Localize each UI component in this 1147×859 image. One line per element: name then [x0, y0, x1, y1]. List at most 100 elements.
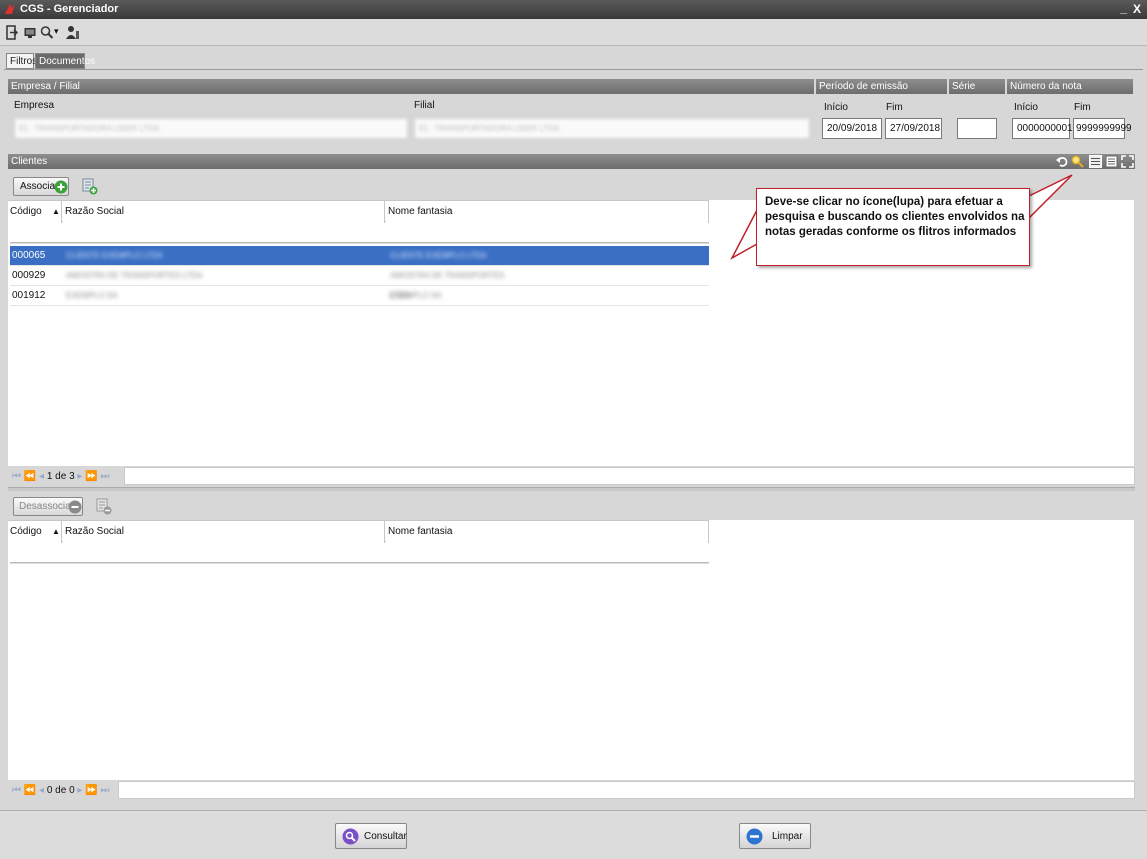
- serie-field[interactable]: [957, 118, 997, 139]
- callout-text: Deve-se clicar no ícone(lupa) para efetu…: [765, 196, 1025, 238]
- main-toolbar: ▾: [0, 19, 1147, 46]
- prev-block-button[interactable]: ⏪: [24, 785, 36, 796]
- serie-header: Série: [949, 79, 1005, 94]
- col-codigo-label: Código: [10, 526, 42, 537]
- first-page-button[interactable]: ⏮: [12, 471, 21, 482]
- periodo-fim-label: Fim: [886, 102, 903, 113]
- sort-asc-icon: ▲: [52, 527, 60, 536]
- prev-page-button[interactable]: ◂: [39, 785, 44, 796]
- prev-page-button[interactable]: ◂: [39, 471, 44, 482]
- col-codigo[interactable]: Código ▲: [8, 521, 62, 543]
- cell-razao-social: AMOSTRA DE TRANSPORTES LTDA: [66, 271, 203, 280]
- associar-label: Associar: [20, 181, 59, 192]
- filial-label: Filial: [414, 100, 435, 111]
- exit-icon[interactable]: [6, 25, 18, 40]
- consultar-button[interactable]: Consultar: [335, 823, 407, 849]
- title-bar: CGS - Gerenciador _ X: [0, 0, 1147, 19]
- clear-icon: [746, 828, 763, 845]
- associar-button[interactable]: Associar: [13, 177, 69, 196]
- next-page-button[interactable]: ▸: [77, 785, 82, 796]
- filter-row-divider: [10, 242, 709, 244]
- clientes-header: Clientes: [8, 154, 1135, 169]
- top-horizontal-scrollbar[interactable]: [124, 467, 1135, 485]
- associados-table: Código ▲ Razão Social Nome fantasia: [8, 520, 1134, 780]
- nota-fim-label: Fim: [1074, 102, 1091, 113]
- page-indicator: 1 de 3: [46, 471, 75, 482]
- table-header: Código ▲ Razão Social Nome fantasia: [8, 200, 709, 223]
- clientes-title: Clientes: [11, 156, 48, 167]
- cell-codigo: 001912: [12, 290, 46, 301]
- tab-divider: [4, 69, 1143, 70]
- app-logo-icon: [5, 4, 15, 14]
- empresa-field[interactable]: 01 - TRANSPORTADORA LIDER LTDA: [14, 118, 408, 139]
- cell-nome-fantasia: CLIENTE EXEMPLO LTDA: [390, 251, 487, 260]
- periodo-header: Período de emissão: [816, 79, 947, 94]
- col-codigo[interactable]: Código ▲: [8, 201, 62, 223]
- nota-inicio-label: Início: [1014, 102, 1038, 113]
- undo-icon[interactable]: [1056, 155, 1068, 168]
- annotation-callout: Deve-se clicar no ícone(lupa) para efetu…: [756, 188, 1030, 266]
- table-header: Código ▲ Razão Social Nome fantasia: [8, 520, 709, 543]
- nota-inicio-field[interactable]: 0000000001: [1012, 118, 1073, 139]
- col-nome-fantasia[interactable]: Nome fantasia: [386, 521, 709, 543]
- next-block-button[interactable]: ⏩: [85, 471, 97, 482]
- col-codigo-label: Código: [10, 206, 42, 217]
- remove-icon: [68, 500, 82, 514]
- periodo-inicio-label: Início: [824, 102, 848, 113]
- cell-razao-social: EXEMPLO SA: [66, 291, 118, 300]
- search-icon[interactable]: [1071, 155, 1084, 168]
- col-razao-social[interactable]: Razão Social: [63, 521, 385, 543]
- search-icon[interactable]: [40, 25, 54, 40]
- first-page-button[interactable]: ⏮: [12, 785, 21, 796]
- cell-nome-fantasia: EXEMPLO SA: [390, 291, 442, 300]
- desassociar-button[interactable]: Desassociar: [13, 497, 83, 516]
- remove-multiple-icon[interactable]: [96, 498, 112, 515]
- empresa-label: Empresa: [14, 100, 55, 111]
- table-row[interactable]: 000065 CLIENTE EXEMPLO LTDA CLIENTE EXEM…: [10, 246, 709, 266]
- last-page-button[interactable]: ⏭: [100, 471, 109, 482]
- cell-codigo: 000929: [12, 270, 46, 281]
- desassociar-label: Desassociar: [19, 501, 75, 512]
- periodo-fim-field[interactable]: 27/09/2018: [885, 118, 942, 139]
- filter-row-divider: [10, 562, 709, 564]
- cell-razao-social: CLIENTE EXEMPLO LTDA: [66, 251, 163, 260]
- minimize-button[interactable]: _: [1120, 1, 1127, 15]
- tab-documentos[interactable]: Documentos: [35, 53, 95, 69]
- list-view-icon[interactable]: [1089, 155, 1102, 168]
- cell-codigo: 000065: [12, 250, 46, 261]
- table-row[interactable]: 001912 EXEMPLO SA EXEMPLO SA: [10, 286, 709, 306]
- user-icon[interactable]: [66, 25, 80, 40]
- empresa-filial-header: Empresa / Filial: [8, 79, 814, 94]
- bottom-horizontal-scrollbar[interactable]: [118, 781, 1135, 799]
- cell-nome-fantasia: AMOSTRA DE TRANSPORTES LTDA: [390, 271, 505, 300]
- add-multiple-icon[interactable]: [82, 178, 98, 195]
- limpar-label: Limpar: [772, 831, 803, 842]
- filial-field[interactable]: 01 - TRANSPORTADORA LIDER LTDA: [414, 118, 810, 139]
- action-bar: Consultar Limpar: [0, 810, 1147, 859]
- numero-nota-header: Número da nota: [1007, 79, 1133, 94]
- splitter-handle[interactable]: [8, 487, 1135, 491]
- window-title: CGS - Gerenciador: [20, 3, 119, 15]
- nota-fim-field[interactable]: 9999999999: [1073, 118, 1132, 139]
- add-icon: [54, 180, 68, 194]
- screen-icon[interactable]: [24, 25, 36, 40]
- expand-icon[interactable]: [1121, 155, 1134, 168]
- prev-block-button[interactable]: ⏪: [24, 471, 36, 482]
- next-page-button[interactable]: ▸: [77, 471, 82, 482]
- search-dropdown-icon[interactable]: ▾: [54, 26, 59, 41]
- last-page-button[interactable]: ⏭: [100, 785, 109, 796]
- col-razao-social[interactable]: Razão Social: [63, 201, 385, 223]
- consult-icon: [342, 828, 359, 845]
- table-row[interactable]: 000929 AMOSTRA DE TRANSPORTES LTDA AMOST…: [10, 266, 709, 300]
- page-indicator: 0 de 0: [46, 785, 75, 796]
- top-pager: ⏮ ⏪ ◂ 1 de 3 ▸ ⏩ ⏭: [12, 468, 127, 486]
- sort-asc-icon: ▲: [52, 207, 60, 216]
- col-nome-fantasia[interactable]: Nome fantasia: [386, 201, 709, 223]
- periodo-inicio-field[interactable]: 20/09/2018: [822, 118, 882, 139]
- consultar-label: Consultar: [364, 831, 407, 842]
- report-icon[interactable]: [1105, 155, 1118, 168]
- tab-filtros[interactable]: Filtros: [6, 53, 37, 69]
- limpar-button[interactable]: Limpar: [739, 823, 811, 849]
- close-button[interactable]: X: [1133, 2, 1141, 16]
- next-block-button[interactable]: ⏩: [85, 785, 97, 796]
